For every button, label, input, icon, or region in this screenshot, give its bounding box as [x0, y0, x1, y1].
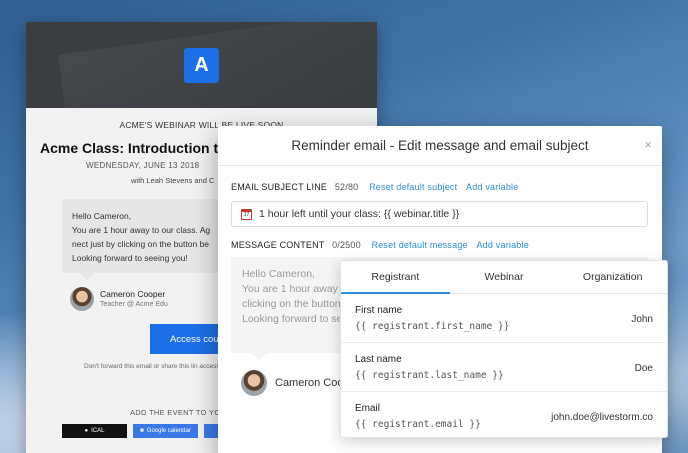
- variable-code: {{ registrant.email }}: [355, 419, 481, 430]
- add-event-label: ADD THE EVENT TO YO: [130, 408, 221, 417]
- subject-count: 52/80: [334, 182, 359, 192]
- variable-code: {{ registrant.first_name }}: [355, 321, 510, 332]
- close-icon[interactable]: ×: [644, 137, 652, 152]
- message-label-row: MESSAGE CONTENT 0/2500 Reset default mes…: [231, 240, 529, 250]
- variable-tabs: Registrant Webinar Organization: [341, 261, 667, 294]
- modal-header: Reminder email - Edit message and email …: [218, 126, 662, 166]
- google-calendar-button[interactable]: ■ Google calendar: [133, 424, 198, 438]
- subject-add-variable-link[interactable]: Add variable: [466, 182, 518, 192]
- variable-sample-value: John: [631, 314, 653, 325]
- teacher-name: Cameron Cooper: [100, 289, 166, 299]
- reset-subject-link[interactable]: Reset default subject: [369, 182, 457, 192]
- reset-message-link[interactable]: Reset default message: [372, 240, 468, 250]
- variable-row-email[interactable]: Email {{ registrant.email }} john.doe@li…: [341, 392, 667, 441]
- variable-row-last-name[interactable]: Last name {{ registrant.last_name }} Doe: [341, 343, 667, 392]
- message-add-variable-link[interactable]: Add variable: [476, 240, 528, 250]
- tab-registrant[interactable]: Registrant: [341, 261, 450, 294]
- tab-webinar[interactable]: Webinar: [450, 261, 559, 293]
- ical-label: ICAL: [91, 428, 105, 434]
- modal-title: Reminder email - Edit message and email …: [291, 138, 589, 153]
- reminder-email-modal: Reminder email - Edit message and email …: [218, 126, 668, 453]
- variable-picker: Registrant Webinar Organization First na…: [340, 260, 668, 438]
- avatar: [70, 287, 94, 311]
- variable-code: {{ registrant.last_name }}: [355, 370, 504, 381]
- variable-name: Email: [355, 403, 381, 414]
- google-icon: ■: [140, 428, 144, 434]
- message-label: MESSAGE CONTENT: [231, 240, 325, 250]
- teacher-role: Teacher @ Acme Edu: [100, 301, 168, 308]
- author-name: Cameron Coo: [275, 377, 344, 389]
- google-calendar-label: Google calendar: [146, 428, 191, 434]
- subject-label-row: EMAIL SUBJECT LINE 52/80 Reset default s…: [231, 182, 518, 192]
- message-count: 0/2500: [332, 240, 361, 250]
- apple-icon: ●: [84, 428, 89, 434]
- subject-value: 1 hour left until your class: {{ webinar…: [259, 208, 460, 220]
- variable-sample-value: Doe: [634, 363, 653, 374]
- variable-name: Last name: [355, 354, 402, 365]
- email-header: A: [26, 22, 377, 108]
- variable-name: First name: [355, 305, 403, 316]
- variable-row-first-name[interactable]: First name {{ registrant.first_name }} J…: [341, 294, 667, 343]
- subject-input[interactable]: 17 1 hour left until your class: {{ webi…: [231, 201, 648, 227]
- tab-organization[interactable]: Organization: [558, 261, 667, 293]
- subject-label: EMAIL SUBJECT LINE: [231, 182, 328, 192]
- variable-sample-value: john.doe@livestorm.co: [551, 412, 653, 423]
- ical-button[interactable]: ● ICAL: [62, 424, 127, 438]
- author-avatar: [241, 370, 267, 396]
- acme-logo: A: [184, 48, 219, 83]
- calendar-icon: 17: [241, 208, 252, 220]
